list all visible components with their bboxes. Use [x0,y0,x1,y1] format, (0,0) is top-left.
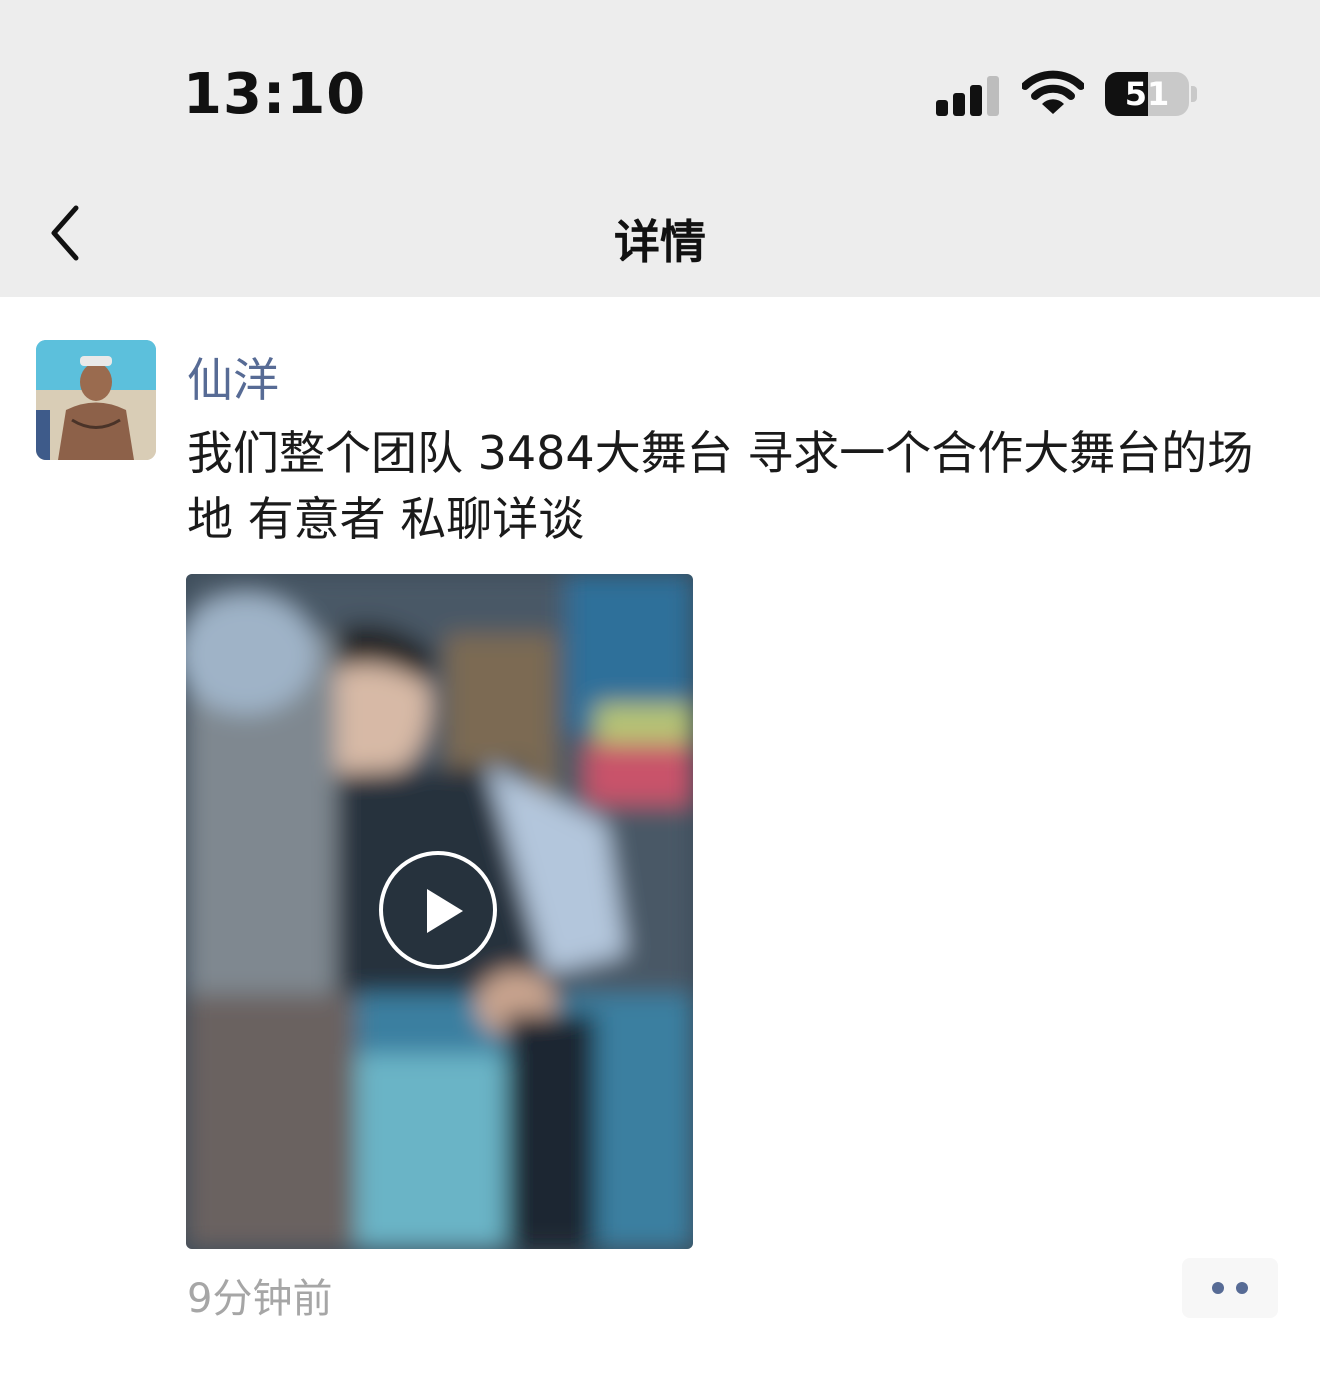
play-button[interactable] [379,851,497,969]
battery-percentage: 51 [1124,75,1170,113]
avatar[interactable] [36,340,156,460]
post-text: 我们整个团队 3484大舞台 寻求一个合作大舞台的场地 有意者 私聊详谈 [187,426,1254,546]
battery-icon: 51 [1105,72,1189,116]
avatar-image [36,340,156,460]
status-time: 13:10 [183,62,367,127]
top-bar: 13:10 51 详情 [0,0,1320,297]
dot-icon [1212,1282,1224,1294]
page-title: 详情 [614,215,706,269]
author-name[interactable]: 仙洋 [187,344,279,410]
post-timestamp: 9分钟前 [187,1276,333,1322]
more-options-button[interactable] [1182,1258,1278,1318]
wifi-icon [1022,70,1084,114]
dot-icon [1236,1282,1248,1294]
battery-cap [1191,86,1197,102]
cellular-signal-icon [936,72,1004,116]
